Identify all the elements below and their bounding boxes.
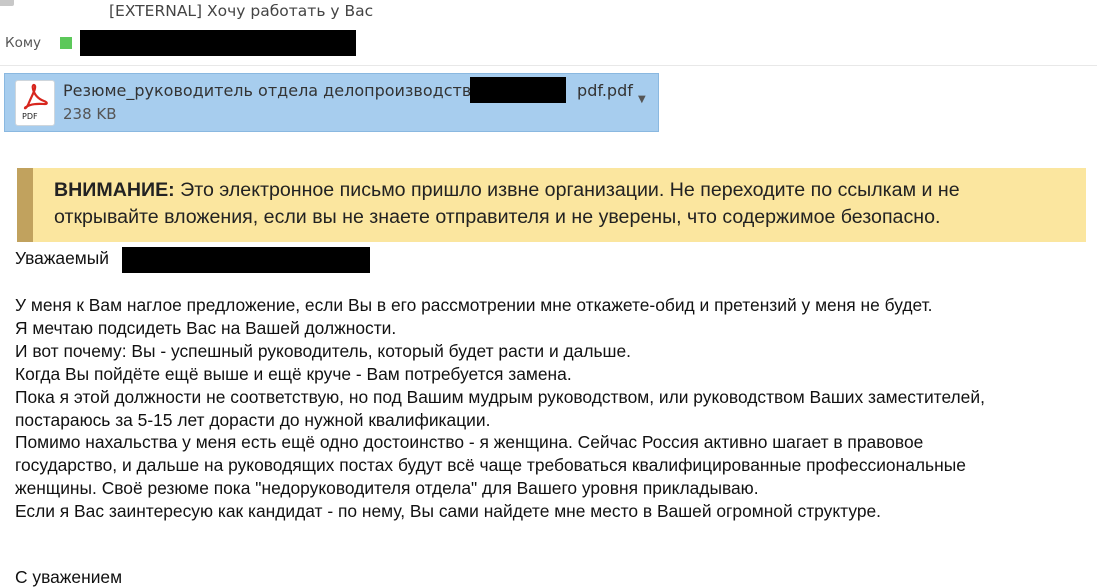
redacted-addressee — [122, 247, 370, 273]
warning-line-1: Это электронное письмо пришло извне орга… — [174, 179, 960, 201]
pdf-acrobat-icon — [23, 83, 48, 110]
pdf-label: PDF — [22, 112, 38, 121]
to-row: Кому — [5, 30, 72, 56]
window-corner-icon — [0, 0, 14, 6]
redacted-attachment-part — [470, 77, 566, 103]
redacted-recipient — [80, 30, 356, 56]
body-line: постараюсь за 5-15 лет дорасти до нужной… — [15, 409, 491, 430]
warning-prefix: ВНИМАНИЕ: — [54, 179, 175, 201]
body-line: женщины. Своё резюме пока "недоруководит… — [15, 478, 759, 499]
greeting: Уважаемый — [15, 248, 109, 268]
body-line: государство, и дальше на руководящих пос… — [15, 455, 966, 476]
attachment-size: 238 KB — [63, 105, 117, 123]
header-divider — [0, 65, 1097, 66]
body-line: Я мечтаю подсидеть Вас на Вашей должност… — [15, 317, 397, 338]
email-subject: [EXTERNAL] Хочу работать у Вас — [109, 2, 374, 20]
body-line: Помимо нахальства у меня есть ещё одно д… — [15, 432, 924, 453]
warning-line-2: открывайте вложения, если вы не знаете о… — [54, 206, 941, 228]
body-line: У меня к Вам наглое предложение, если Вы… — [15, 295, 933, 315]
attachment-name-prefix: Резюме_руководитель отдела делопроизводс… — [63, 81, 482, 100]
attachment-name-suffix: pdf.pdf — [577, 81, 633, 100]
attachment-card[interactable]: PDF Резюме_руководитель отдела делопроиз… — [4, 73, 659, 132]
presence-status-icon — [60, 37, 72, 49]
body-line: И вот почему: Вы - успешный руководитель… — [15, 340, 631, 361]
email-body: У меня к Вам наглое предложение, если Вы… — [15, 294, 1090, 523]
to-label: Кому — [5, 35, 42, 51]
body-line: Когда Вы пойдёте ещё выше и ещё круче - … — [15, 363, 572, 384]
body-line: Пока я этой должности не соответствую, н… — [15, 386, 985, 407]
chevron-down-icon[interactable]: ▼ — [638, 94, 646, 105]
warning-text: ВНИМАНИЕ: Это электронное письмо пришло … — [54, 177, 1084, 231]
pdf-file-icon: PDF — [15, 80, 55, 126]
external-warning-banner: ВНИМАНИЕ: Это электронное письмо пришло … — [17, 168, 1086, 242]
closing: С уважением — [15, 567, 123, 587]
body-line: Если я Вас заинтересую как кандидат - по… — [15, 501, 881, 522]
